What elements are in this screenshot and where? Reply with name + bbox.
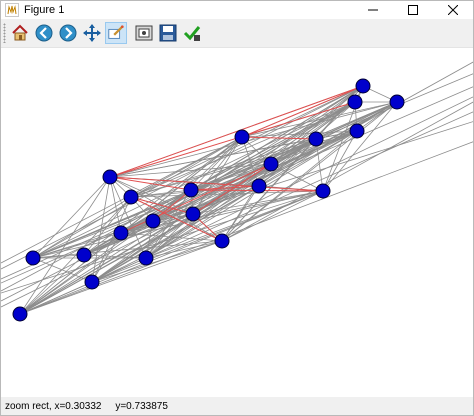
network-graph[interactable]	[1, 48, 473, 396]
graph-edge	[91, 138, 317, 283]
graph-node	[214, 233, 230, 249]
graph-node	[113, 225, 129, 241]
figure-canvas[interactable]	[1, 48, 473, 396]
matplotlib-app-icon	[5, 3, 19, 17]
graph-node	[84, 274, 100, 290]
toolbar-grip[interactable]	[3, 23, 6, 43]
graph-node	[308, 131, 324, 147]
graph-edge	[1, 163, 272, 284]
graph-edge	[19, 163, 272, 315]
maximize-icon	[408, 5, 418, 15]
back-button[interactable]	[33, 22, 55, 44]
graph-node	[251, 178, 267, 194]
save-button[interactable]	[157, 22, 179, 44]
graph-node	[355, 78, 371, 94]
graph-node	[234, 129, 250, 145]
zoom-button[interactable]	[105, 22, 127, 44]
forward-button[interactable]	[57, 22, 79, 44]
minimize-button[interactable]	[353, 1, 393, 19]
move-icon	[83, 24, 101, 42]
close-icon	[448, 5, 458, 15]
edit-axis-button[interactable]	[181, 22, 203, 44]
graph-node	[12, 306, 28, 322]
close-button[interactable]	[433, 1, 473, 19]
navigation-toolbar	[1, 19, 473, 48]
status-coordinates: zoom rect, x=0.30332 y=0.733875	[5, 400, 168, 412]
graph-node	[185, 206, 201, 222]
figure-window: Figure 1 zoom rect, x=0.30332 y=0.733875	[0, 0, 474, 416]
graph-node	[138, 250, 154, 266]
status-bar: zoom rect, x=0.30332 y=0.733875	[1, 397, 473, 415]
graph-node	[25, 250, 41, 266]
graph-edge	[120, 121, 473, 234]
graph-node	[347, 94, 363, 110]
window-title: Figure 1	[24, 4, 65, 16]
graph-node	[389, 94, 405, 110]
graph-node	[263, 156, 279, 172]
window-controls	[353, 1, 473, 19]
graph-edge	[32, 73, 473, 259]
graph-node	[349, 123, 365, 139]
graph-node	[102, 169, 118, 185]
graph-node	[315, 183, 331, 199]
graph-node	[123, 189, 139, 205]
configure-icon	[135, 25, 153, 41]
graph-node	[183, 182, 199, 198]
back-arrow-icon	[35, 24, 53, 42]
floppy-disk-icon	[159, 24, 177, 42]
title-bar: Figure 1	[1, 1, 473, 19]
minimize-icon	[368, 9, 378, 11]
forward-arrow-icon	[59, 24, 77, 42]
pan-button[interactable]	[81, 22, 103, 44]
graph-edge	[83, 86, 473, 256]
graph-node	[145, 213, 161, 229]
graph-edge	[1, 130, 358, 308]
home-button[interactable]	[9, 22, 31, 44]
graph-node	[76, 247, 92, 263]
home-icon	[12, 24, 28, 41]
highlighted-edge	[109, 85, 364, 178]
configure-subplots-button[interactable]	[133, 22, 155, 44]
zoom-rect-icon	[108, 25, 124, 39]
maximize-button[interactable]	[393, 1, 433, 19]
checkmark-icon	[183, 26, 201, 41]
